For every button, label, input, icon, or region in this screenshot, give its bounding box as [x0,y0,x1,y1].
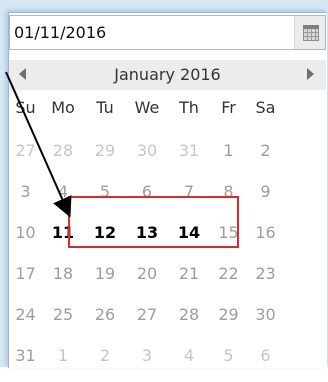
day-cell[interactable]: 3 [126,341,168,382]
day-cell[interactable]: 2 [84,341,126,382]
day-cell[interactable]: 28 [42,136,84,177]
day-cell[interactable]: 26 [84,300,126,341]
day-cell[interactable]: 29 [210,300,247,341]
day-cell[interactable]: 1 [210,136,247,177]
day-cell[interactable]: 6 [247,341,284,382]
weekday-label: We [134,98,160,117]
calendar-grid: 27 28 29 30 31 1 2 3 4 5 6 7 8 9 10 11 1… [9,136,327,382]
day-cell[interactable]: 20 [126,259,168,300]
day-cell[interactable]: 30 [126,136,168,177]
weekday-label: Tu [96,98,114,117]
day-cell[interactable]: 19 [84,259,126,300]
day-cell[interactable]: 31 [168,136,210,177]
day-cell[interactable]: 30 [247,300,284,341]
day-cell[interactable]: 25 [42,300,84,341]
day-cell[interactable]: 22 [210,259,247,300]
day-cell[interactable]: 9 [247,177,284,218]
weekday-label: Su [15,98,36,117]
day-cell[interactable]: 10 [9,218,42,259]
weekday-label: Sa [255,98,276,117]
weekday-header: Su Mo Tu We Th Fr Sa [9,93,327,123]
day-cell[interactable]: 4 [168,341,210,382]
day-cell[interactable]: 18 [42,259,84,300]
day-cell[interactable]: 5 [210,341,247,382]
calendar-icon [303,25,319,41]
day-cell[interactable]: 17 [9,259,42,300]
weekday-label: Th [179,98,199,117]
day-cell[interactable]: 2 [247,136,284,177]
weekday-label: Mo [51,98,75,117]
day-cell[interactable]: 31 [9,341,42,382]
day-cell[interactable]: 27 [126,300,168,341]
month-header: January 2016 [9,60,326,90]
week-highlight-box [68,196,239,248]
chevron-right-icon[interactable] [307,68,314,80]
day-cell[interactable]: 24 [9,300,42,341]
day-cell[interactable]: 1 [42,341,84,382]
month-title: January 2016 [114,65,221,84]
date-input[interactable] [9,15,294,50]
weekday-label: Fr [221,98,236,117]
day-cell[interactable]: 3 [9,177,42,218]
day-cell[interactable]: 23 [247,259,284,300]
day-cell[interactable]: 29 [84,136,126,177]
calendar-button[interactable] [294,15,326,50]
day-cell[interactable]: 21 [168,259,210,300]
day-cell[interactable]: 28 [168,300,210,341]
day-cell[interactable]: 27 [9,136,42,177]
day-cell[interactable]: 16 [247,218,284,259]
